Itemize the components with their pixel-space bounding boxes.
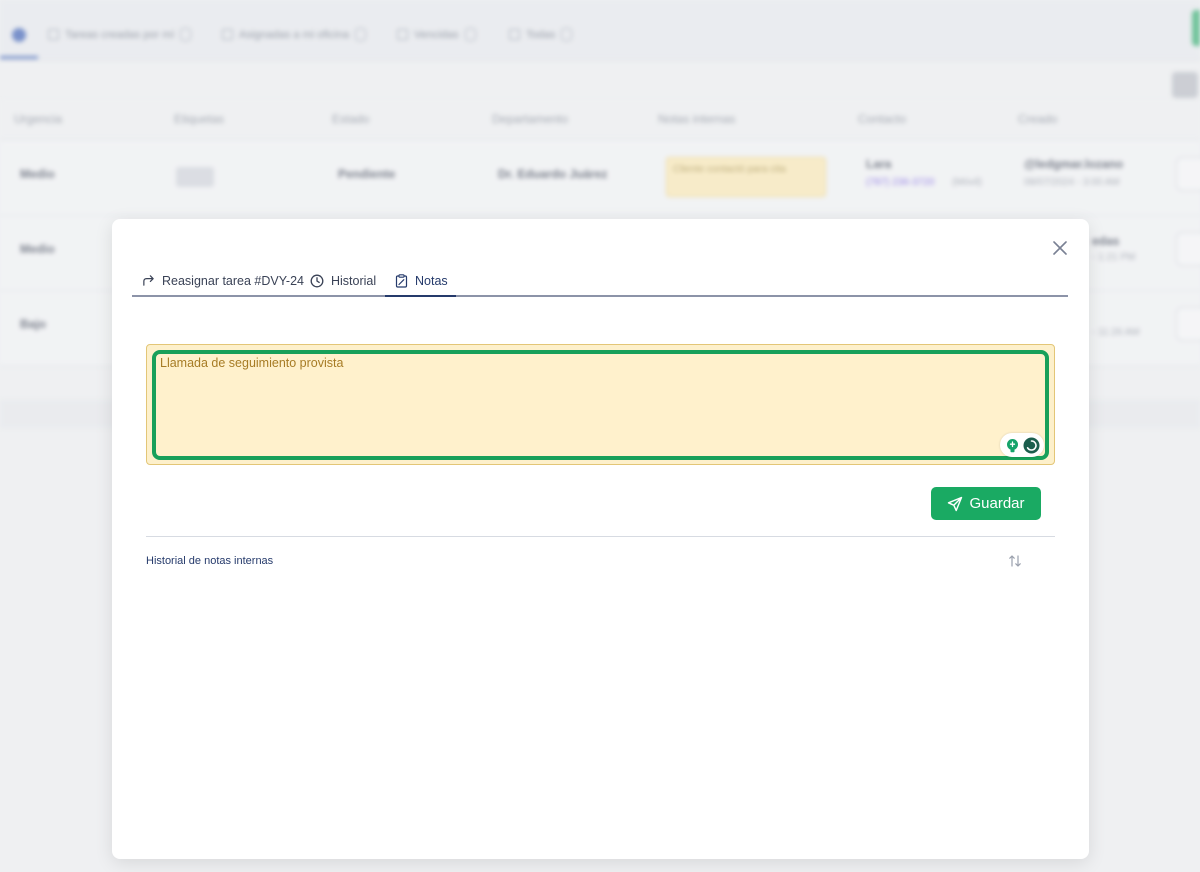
tab-history[interactable]: Historial <box>310 264 376 297</box>
save-button[interactable]: Guardar <box>931 487 1041 520</box>
note-textarea[interactable] <box>152 350 1049 460</box>
assistant-icon[interactable] <box>1023 437 1040 454</box>
note-assist-tools <box>1000 433 1044 457</box>
tab-reassign[interactable]: Reasignar tarea #DVY-24 <box>142 264 304 297</box>
forward-arrow-icon <box>143 275 154 286</box>
sort-icon[interactable] <box>1007 553 1023 569</box>
send-icon <box>948 496 963 511</box>
clipboard-note-icon <box>395 273 408 288</box>
tab-label: Reasignar tarea #DVY-24 <box>162 273 304 288</box>
modal-tabs: Reasignar tarea #DVY-24 Historial Notas <box>132 264 1068 297</box>
close-icon[interactable] <box>1051 239 1069 257</box>
tab-label: Notas <box>415 273 448 288</box>
active-tab-indicator <box>385 295 456 297</box>
lightbulb-icon[interactable] <box>1004 437 1021 454</box>
clock-icon <box>310 274 324 287</box>
task-modal: Reasignar tarea #DVY-24 Historial Notas <box>112 219 1089 859</box>
section-divider <box>146 536 1055 537</box>
note-editor <box>146 344 1055 465</box>
notes-history-title: Historial de notas internas <box>146 555 274 567</box>
tab-notes[interactable]: Notas <box>395 264 448 297</box>
tab-label: Historial <box>331 273 377 288</box>
save-button-label: Guardar <box>969 495 1025 512</box>
